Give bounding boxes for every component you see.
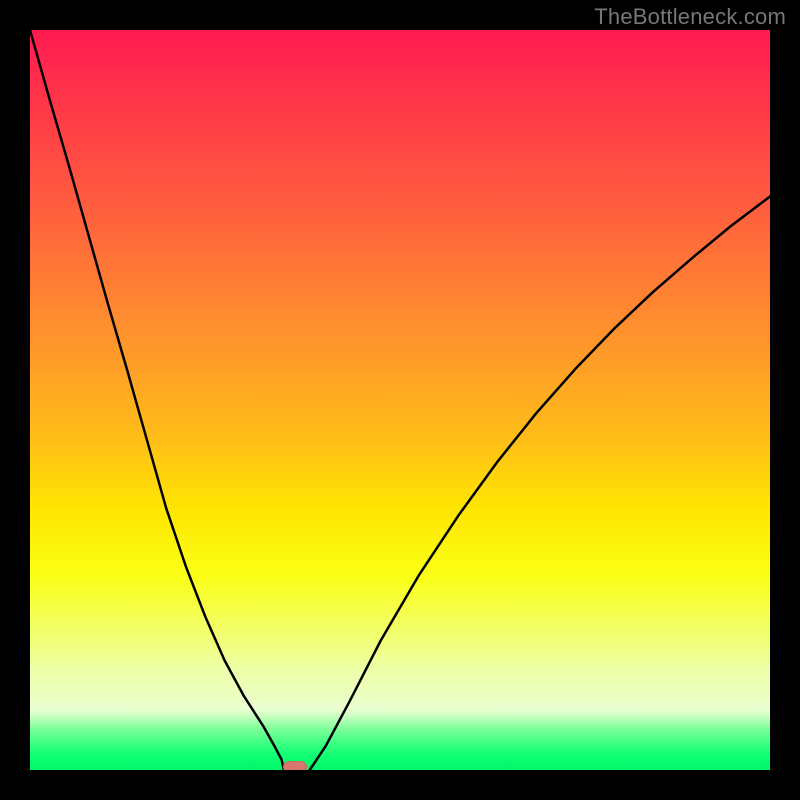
optimal-marker bbox=[283, 761, 307, 770]
curve-left-branch bbox=[30, 30, 284, 770]
chart-frame: TheBottleneck.com bbox=[0, 0, 800, 800]
curve-right-branch bbox=[310, 197, 770, 771]
bottleneck-curve bbox=[30, 30, 770, 770]
plot-area bbox=[30, 30, 770, 770]
watermark-text: TheBottleneck.com bbox=[594, 4, 786, 30]
